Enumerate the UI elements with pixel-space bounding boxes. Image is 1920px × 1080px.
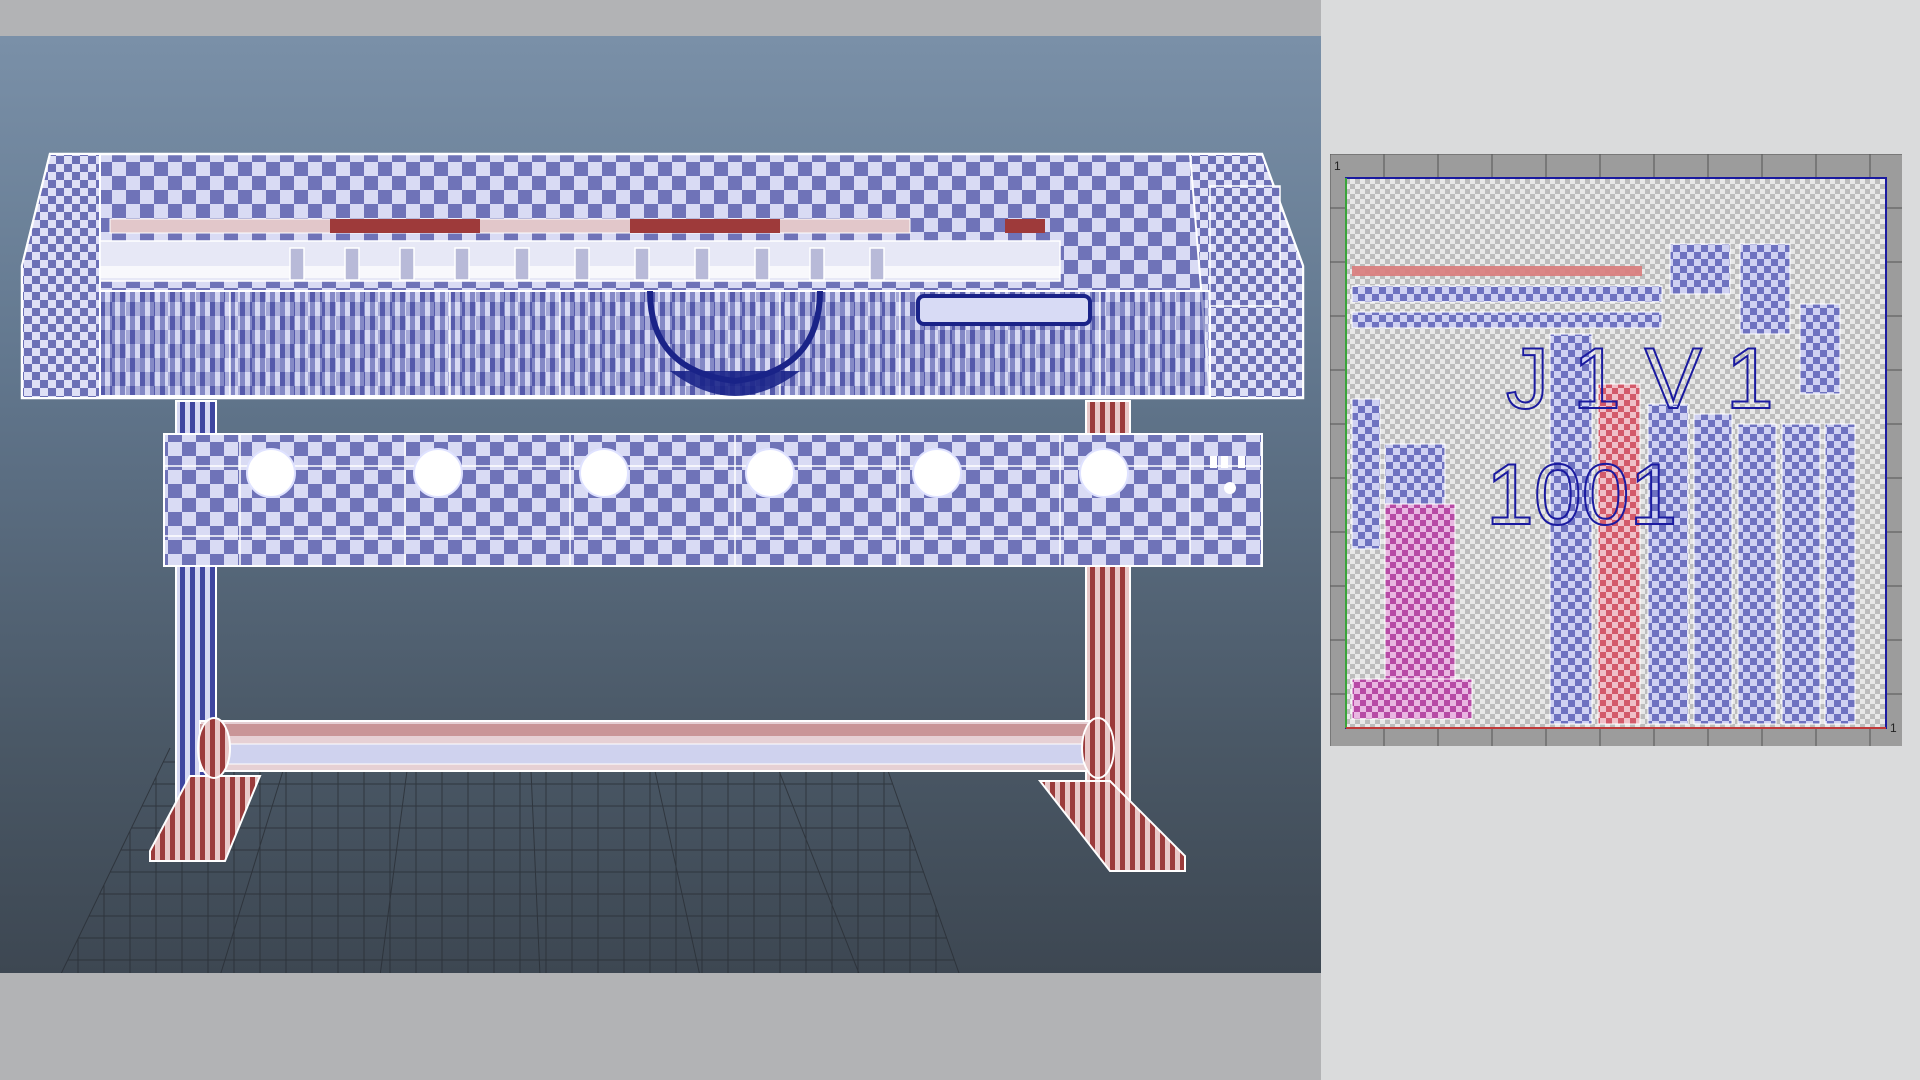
printer-model-render[interactable] <box>0 36 1321 973</box>
uv-shell-red <box>1597 383 1641 725</box>
right-foot <box>1037 780 1186 872</box>
uv-glyph-row-top: J 1 V 1 <box>1506 331 1774 427</box>
viewport-panel[interactable] <box>0 0 1321 1080</box>
uv-tile-number: 1001 <box>1486 447 1677 543</box>
uv-layout[interactable]: J 1 V 1 1001 1 1 <box>1330 154 1902 746</box>
front-display <box>916 294 1092 326</box>
uv-shell-magenta <box>1384 503 1456 705</box>
viewport-canvas[interactable] <box>0 36 1321 973</box>
uv-side-label: 1 <box>1890 721 1897 735</box>
uv-texture-editor[interactable]: J 1 V 1 1001 1 1 <box>1330 154 1902 746</box>
uv-corner-label: 1 <box>1334 159 1341 173</box>
